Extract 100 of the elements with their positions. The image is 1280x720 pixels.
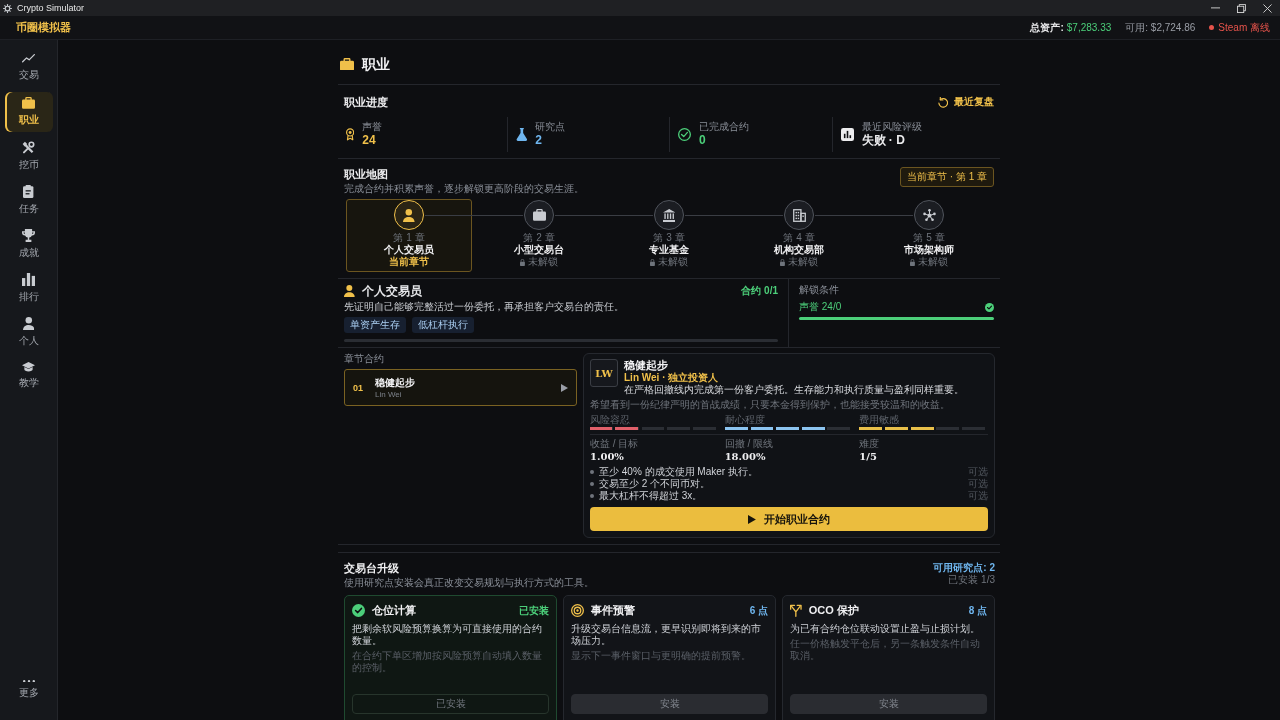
chapter-node[interactable]: 第 3 章 专业基金 未解锁 [606, 199, 732, 272]
bullet-icon [590, 494, 594, 498]
research-points: 可用研究点: 2 [933, 561, 995, 574]
chapter-node[interactable]: 第 5 章 市场架构师 未解锁 [866, 199, 992, 272]
briefcase-icon [340, 57, 354, 71]
client-name: Lin Wei · 独立投资人 [624, 372, 720, 384]
medal-icon [346, 128, 355, 141]
app-logo-icon [3, 3, 12, 13]
play-icon [561, 383, 568, 392]
start-contract-button[interactable]: 开始职业合约 [590, 507, 988, 531]
chart-line-icon [22, 54, 35, 64]
flask-icon [515, 128, 528, 141]
contract-item[interactable]: 01 稳健起步 Lin Wei [344, 369, 577, 406]
trait-label: 风险容忍 [590, 414, 631, 426]
unlock-label: 解锁条件 [799, 284, 840, 296]
stat-label: 最近风险评级 [861, 121, 922, 133]
upgrade-cost: 已安装 [519, 603, 549, 618]
person-icon [394, 200, 424, 230]
sidebar-item[interactable]: 排行 [4, 268, 53, 308]
stat-value: 2 [535, 133, 543, 148]
sidebar-item[interactable]: 任务 [4, 180, 53, 220]
upgrade-description: 把剩余软风险预算换算为可直接使用的合约数量。 [352, 623, 543, 647]
contract-count: 合约 0/1 [741, 284, 778, 298]
more-button[interactable]: 更多 [4, 670, 53, 710]
install-button[interactable]: 已安装 [352, 694, 549, 714]
install-button[interactable]: 安装 [790, 694, 987, 714]
section-subtitle: 完成合约并积累声誉，逐步解锁更高阶段的交易生涯。 [344, 182, 584, 195]
upgrade-cost: 6 点 [749, 603, 768, 618]
briefcase-icon [22, 97, 35, 109]
stat-value: 1/5 [859, 450, 878, 463]
trait-label: 费用敏感 [859, 414, 901, 426]
chapter-number: 第 3 章 [653, 232, 685, 244]
sidebar-item[interactable]: 教学 [4, 356, 53, 396]
chapter-node[interactable]: 第 4 章 机构交易部 未解锁 [736, 199, 862, 272]
contract-index: 01 [353, 382, 363, 393]
close-icon [1262, 3, 1272, 13]
sidebar-item[interactable]: 交易 [4, 48, 53, 88]
stat-label: 研究点 [535, 121, 566, 133]
chapter-title: 个人交易员 [361, 284, 422, 298]
tools-icon [22, 140, 35, 154]
chapter-tag: 低杠杆执行 [412, 317, 474, 333]
upgrade-cost: 8 点 [968, 603, 987, 618]
stat-value: 0 [699, 133, 707, 148]
chapter-name: 专业基金 [649, 244, 689, 256]
target-icon [571, 604, 584, 617]
chapter-status: 未解锁 [657, 256, 688, 268]
stat-value: 1.00% [590, 450, 625, 463]
restore-icon [1236, 3, 1246, 13]
check-circle-icon [985, 302, 994, 312]
network-icon [914, 200, 944, 230]
objective-text: 交易至少 2 个不同币对。 [599, 477, 711, 490]
graduation-cap-icon [22, 362, 35, 372]
lock-icon [520, 258, 525, 266]
upgrade-name: OCO 保护 [808, 603, 859, 618]
stat-label: 回撤 / 限线 [724, 438, 774, 450]
chapter-status: 未解锁 [787, 256, 818, 268]
lock-icon [780, 258, 785, 266]
chapter-status: 当前章节 [389, 256, 429, 268]
sidebar-item[interactable]: 个人 [4, 312, 53, 352]
current-chapter-badge: 当前章节 · 第 1 章 [900, 167, 994, 187]
contract-description: 在严格回撤线内完成第一份客户委托。生存能力和执行质量与盈利同样重要。 [624, 384, 964, 396]
bank-icon [654, 200, 684, 230]
installed-count: 已安装 1/3 [948, 574, 995, 586]
check-circle-icon [678, 128, 691, 141]
stat-value: 24 [362, 133, 377, 148]
check-circle-icon [352, 604, 365, 617]
building-icon [784, 200, 814, 230]
undo-icon [937, 96, 948, 108]
review-button[interactable]: 最近复盘 [937, 93, 994, 111]
bullet-icon [590, 470, 594, 474]
upgrade-detail: 在合约下单区增加按风险预算自动填入数量的控制。 [352, 650, 543, 674]
avatar-initials: LW [590, 359, 618, 387]
chapter-description: 先证明自己能够完整活过一份委托，再承担客户交易台的责任。 [344, 301, 625, 313]
objective-tag: 可选 [968, 477, 988, 491]
chapter-name: 个人交易员 [384, 244, 434, 256]
chapter-node[interactable]: 第 2 章 小型交易台 未解锁 [476, 199, 602, 272]
total-assets-value: $7,283.33 [1066, 22, 1112, 33]
chapter-status: 未解锁 [527, 256, 558, 268]
sidebar-item[interactable]: 职业 [4, 92, 53, 132]
page-title: 职业 [362, 55, 390, 74]
upgrade-description: 为已有合约仓位联动设置止盈与止损计划。 [790, 623, 981, 635]
chart-icon [840, 128, 854, 141]
bar-chart-icon [22, 272, 35, 286]
play-icon [748, 514, 756, 524]
unlock-requirement: 声誉 24/0 [799, 300, 842, 314]
section-title: 职业地图 [344, 167, 389, 181]
chapter-number: 第 1 章 [393, 232, 425, 244]
contract-title: 稳健起步 [375, 376, 415, 389]
chapter-node[interactable]: 第 1 章 个人交易员 当前章节 [346, 199, 472, 272]
upgrade-name: 仓位计算 [372, 603, 416, 618]
steam-status: Steam 离线 [1218, 20, 1270, 35]
upgrade-name: 事件预警 [591, 603, 635, 618]
sidebar-item[interactable]: 挖币 [4, 136, 53, 176]
chapter-number: 第 5 章 [913, 232, 945, 244]
clipboard-icon [23, 184, 34, 198]
sidebar-item[interactable]: 成就 [4, 224, 53, 264]
objective-text: 至少 40% 的成交使用 Maker 执行。 [599, 465, 758, 478]
chapter-name: 机构交易部 [774, 244, 824, 256]
install-button[interactable]: 安装 [571, 694, 768, 714]
stat-label: 收益 / 目标 [590, 438, 640, 450]
